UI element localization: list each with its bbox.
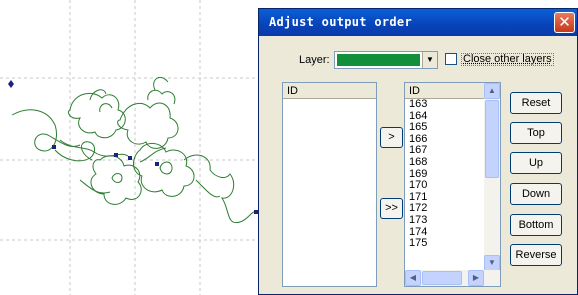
adjust-output-order-dialog: Adjust output order ✕ Layer: ▼ Close oth… [258,8,578,295]
down-button[interactable]: Down [510,183,562,205]
list-item[interactable]: 175 [409,238,427,250]
list-item[interactable]: 170 [409,180,427,192]
horizontal-scrollbar[interactable]: ◀ ▶ [405,270,500,286]
origin-marker [8,80,14,88]
drawing-canvas[interactable] [0,0,260,295]
top-button[interactable]: Top [510,122,562,144]
bottom-button[interactable]: Bottom [510,214,562,236]
close-icon[interactable]: ✕ [554,12,575,33]
node-markers [52,145,258,214]
scroll-left-icon[interactable]: ◀ [405,270,421,286]
list-item[interactable]: 163 [409,98,427,111]
up-button[interactable]: Up [510,152,562,174]
right-list-header[interactable]: ID [405,83,484,99]
reset-button[interactable]: Reset [510,92,562,114]
layer-color-swatch [337,54,420,66]
chevron-down-icon[interactable]: ▼ [422,52,437,68]
vertical-scrollbar[interactable]: ▲ ▼ [484,83,500,271]
output-order-rows: 163 164 165 166 167 168 169 170 171 172 … [409,98,427,250]
canvas-grid [0,0,260,295]
scroll-right-icon[interactable]: ▶ [468,270,484,286]
scroll-up-icon[interactable]: ▲ [484,83,500,99]
list-item[interactable]: 168 [409,156,427,169]
dialog-title: Adjust output order [269,15,412,29]
move-all-button[interactable]: >> [380,198,403,219]
left-list-header[interactable]: ID [283,83,376,99]
vertical-scroll-thumb[interactable] [485,100,499,178]
floral-drawing [11,77,257,224]
output-order-list[interactable]: ID 163 164 165 166 167 168 169 170 171 1… [404,82,501,287]
reverse-button[interactable]: Reverse [510,244,562,266]
layer-label: Layer: [299,54,330,66]
list-item[interactable]: 173 [409,214,427,227]
dialog-body: Layer: ▼ Close other layers ID > >> ID 1… [259,36,577,294]
horizontal-scroll-thumb[interactable] [422,271,462,285]
close-other-layers-label[interactable]: Close other layers [461,53,554,66]
scroll-down-icon[interactable]: ▼ [484,255,500,271]
canvas-svg [0,0,260,295]
layer-dropdown[interactable]: ▼ [334,51,438,69]
dialog-title-bar[interactable]: Adjust output order ✕ [259,9,577,36]
close-other-layers-checkbox[interactable] [445,53,457,65]
unassigned-id-list[interactable]: ID [282,82,377,287]
move-selected-button[interactable]: > [380,127,403,148]
